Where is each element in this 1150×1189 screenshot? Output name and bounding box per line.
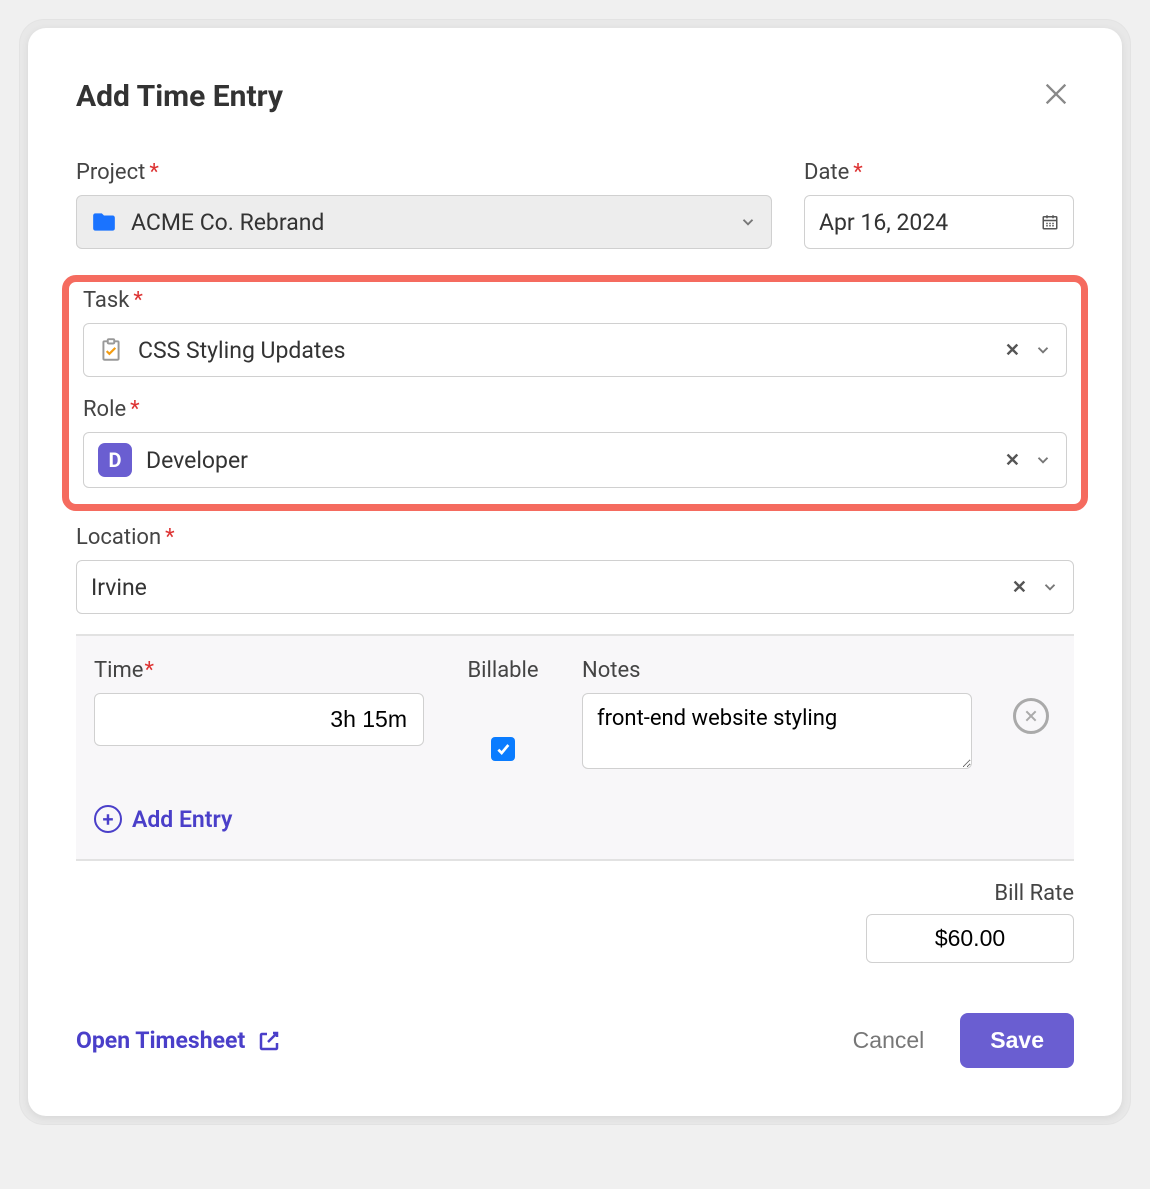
calendar-icon — [1041, 213, 1059, 231]
project-select[interactable]: ACME Co. Rebrand — [76, 195, 772, 249]
billrate-input[interactable] — [866, 914, 1074, 963]
chevron-down-icon — [1034, 341, 1052, 359]
close-icon — [1023, 708, 1039, 724]
delete-entry-button[interactable] — [1013, 698, 1049, 734]
close-icon — [1042, 80, 1070, 108]
chevron-down-icon — [739, 213, 757, 231]
clear-task-button[interactable]: ✕ — [1005, 340, 1020, 361]
time-label: Time* — [94, 658, 424, 683]
chevron-down-icon — [1034, 451, 1052, 469]
notes-label: Notes — [582, 658, 972, 683]
notes-input[interactable] — [582, 693, 972, 769]
dialog-title: Add Time Entry — [76, 79, 283, 114]
billrate-label: Bill Rate — [994, 881, 1074, 906]
close-button[interactable] — [1038, 76, 1074, 116]
date-input[interactable]: Apr 16, 2024 — [804, 195, 1074, 249]
external-link-icon — [257, 1029, 281, 1053]
role-value: Developer — [146, 447, 1005, 474]
plus-circle-icon: + — [94, 805, 122, 833]
add-entry-button[interactable]: + Add Entry — [94, 805, 1056, 833]
time-input[interactable] — [94, 693, 424, 746]
task-value: CSS Styling Updates — [138, 337, 1005, 364]
location-label: Location* — [76, 525, 1074, 550]
checkmark-icon — [495, 741, 511, 757]
role-badge-icon: D — [98, 443, 132, 477]
billable-checkbox[interactable] — [491, 737, 515, 761]
save-button[interactable]: Save — [960, 1013, 1074, 1068]
clear-location-button[interactable]: ✕ — [1012, 577, 1027, 598]
date-value: Apr 16, 2024 — [819, 209, 1041, 236]
clipboard-icon — [98, 337, 124, 363]
role-select[interactable]: D Developer ✕ — [83, 432, 1067, 488]
time-entries-section: Time* Billable Notes — [76, 634, 1074, 861]
add-time-entry-dialog: Add Time Entry Project* ACME Co. Rebrand — [28, 28, 1122, 1116]
location-select[interactable]: Irvine ✕ — [76, 560, 1074, 614]
task-label: Task* — [83, 288, 1067, 313]
location-value: Irvine — [91, 574, 1012, 601]
billable-label: Billable — [458, 658, 548, 683]
add-entry-label: Add Entry — [132, 806, 232, 833]
project-value: ACME Co. Rebrand — [131, 209, 739, 236]
cancel-button[interactable]: Cancel — [847, 1026, 931, 1055]
role-label: Role* — [83, 397, 1067, 422]
project-label: Project* — [76, 160, 772, 185]
date-label: Date* — [804, 160, 1074, 185]
highlighted-area: Task* CSS Styling Updates ✕ Role* D — [62, 275, 1088, 511]
open-timesheet-label: Open Timesheet — [76, 1027, 245, 1054]
open-timesheet-link[interactable]: Open Timesheet — [76, 1027, 281, 1054]
clear-role-button[interactable]: ✕ — [1005, 450, 1020, 471]
chevron-down-icon — [1041, 578, 1059, 596]
task-select[interactable]: CSS Styling Updates ✕ — [83, 323, 1067, 377]
folder-icon — [91, 209, 117, 235]
